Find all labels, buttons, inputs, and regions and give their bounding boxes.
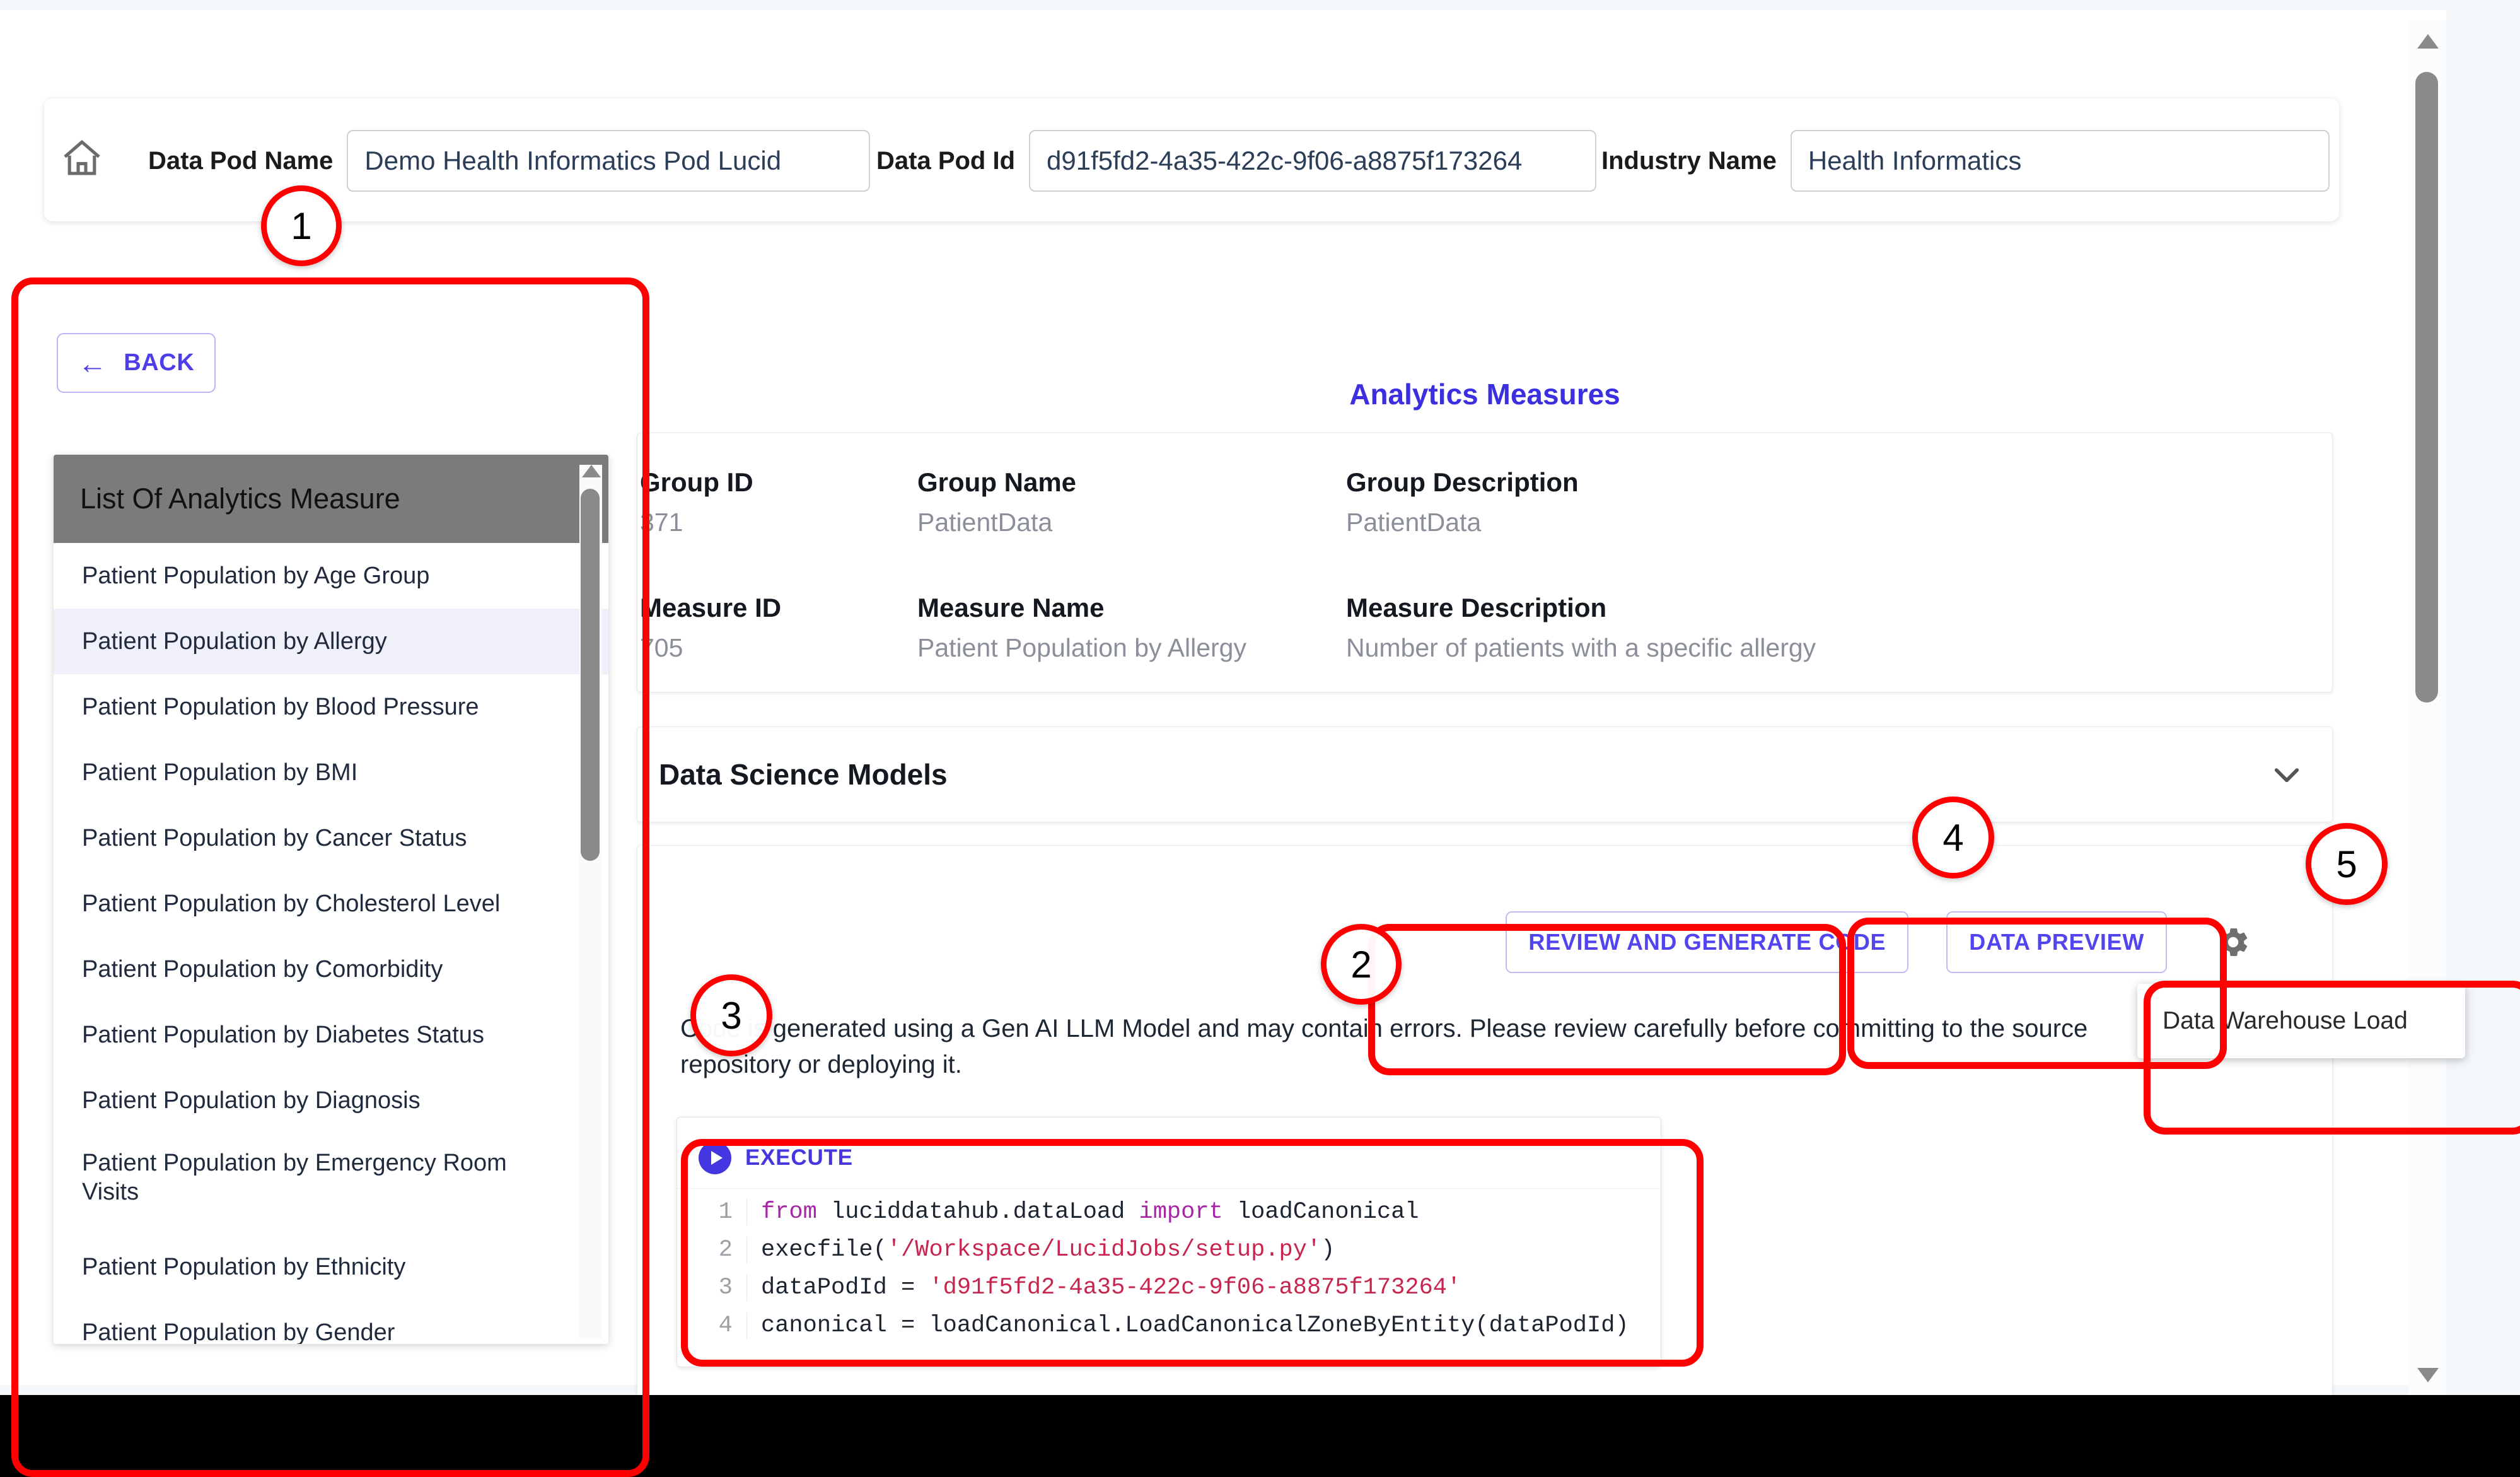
code-token: dataPodId = [761,1275,929,1301]
page-scroll-up-arrow-icon[interactable] [2417,34,2439,49]
group-id-cell: Group ID 371 [637,467,915,537]
gear-icon[interactable] [2205,911,2262,973]
back-button-label: BACK [124,349,195,376]
code-token: loadCanonical [1236,1199,1419,1225]
industry-name-input[interactable]: Health Informatics [1790,130,2330,192]
measure-id-cell: Measure ID 705 [637,593,915,663]
app-viewport: Data Pod Name Demo Health Informatics Po… [0,0,2520,1395]
list-item[interactable]: Patient Population by Ethnicity [54,1234,608,1300]
list-item[interactable]: Patient Population by Cancer Status [54,805,608,871]
analytics-measure-list-title: List Of Analytics Measure [54,455,608,543]
page-surface: Data Pod Name Demo Health Informatics Po… [0,10,2446,1395]
data-science-models-accordion[interactable]: Data Science Models [637,727,2333,822]
industry-name-value: Health Informatics [1808,146,2022,175]
code-line-number: 1 [677,1199,747,1225]
page-scroll-down-arrow-icon[interactable] [2417,1368,2439,1382]
data-pod-name-label: Data Pod Name [148,146,334,175]
group-name-cell: Group Name PatientData [915,467,1344,537]
measure-description-cell: Measure Description Number of patients w… [1344,593,2100,663]
data-pod-id-group: Data Pod Id d91f5fd2-4a35-422c-9f06-a887… [876,130,1597,192]
data-pod-id-label: Data Pod Id [876,146,1016,175]
group-name-value: PatientData [917,508,1053,537]
data-pod-id-value: d91f5fd2-4a35-422c-9f06-a8875f173264 [1047,146,1523,175]
list-item[interactable]: Patient Population by Blood Pressure [54,674,608,740]
code-line: 4 canonical = loadCanonical.LoadCanonical… [677,1312,1661,1350]
group-description-label: Group Description [1346,467,1579,497]
code-token: luciddatahub.dataLoad [831,1199,1139,1225]
scroll-up-arrow-icon[interactable] [582,465,601,477]
list-item[interactable]: Patient Population by Comorbidity [54,937,608,1002]
industry-name-label: Industry Name [1601,146,1777,175]
code-token: import [1139,1199,1237,1225]
code-token: ) [1321,1237,1335,1263]
data-pod-name-group: Data Pod Name Demo Health Informatics Po… [148,130,871,192]
data-pod-id-input[interactable]: d91f5fd2-4a35-422c-9f06-a8875f173264 [1029,130,1597,192]
data-warehouse-load-tooltip[interactable]: Data Warehouse Load [2137,984,2465,1058]
code-line-number: 2 [677,1237,747,1263]
back-button[interactable]: ← BACK [57,333,216,393]
list-item[interactable]: Patient Population by BMI [54,740,608,805]
list-item[interactable]: Patient Population by Diabetes Status [54,1002,608,1068]
details-spacer [637,537,2332,584]
arrow-left-icon: ← [78,346,108,380]
list-item[interactable]: Patient Population by Allergy [54,609,608,674]
measure-name-label: Measure Name [917,593,1105,622]
data-science-models-title: Data Science Models [659,758,948,791]
list-item[interactable]: Patient Population by Cholesterol Level [54,871,608,937]
page-scrollbar-thumb[interactable] [2415,72,2438,703]
measure-id-value: 705 [640,633,683,662]
group-info-row: Group ID 371 Group Name PatientData Grou… [637,458,2332,537]
code-token: execfile( [761,1237,887,1263]
generated-code-block: EXECUTE 1 from luciddatahub.dataLoad impo… [676,1117,1661,1367]
list-item[interactable]: Patient Population by Emergency Room Vis… [54,1133,608,1234]
measure-info-row: Measure ID 705 Measure Name Patient Popu… [637,584,2332,663]
list-item[interactable]: Patient Population by Gender [54,1300,608,1344]
code-line: 1 from luciddatahub.dataLoad import loadC… [677,1199,1661,1237]
group-name-label: Group Name [917,467,1077,497]
measure-description-label: Measure Description [1346,593,1607,622]
sidebar-scrollbar-thumb[interactable] [581,489,600,861]
execute-row[interactable]: EXECUTE [677,1133,1661,1181]
group-description-cell: Group Description PatientData [1344,467,2100,537]
industry-name-group: Industry Name Health Informatics [1601,130,2330,192]
page-scrollbar[interactable] [2408,20,2446,1395]
home-icon[interactable] [54,130,110,187]
code-token: 'd91f5fd2-4a35-422c-9f06-a8875f173264' [929,1275,1461,1301]
measure-details-card: Group ID 371 Group Name PatientData Grou… [637,433,2333,692]
analytics-measure-list[interactable]: Patient Population by Age Group Patient … [54,543,608,1344]
measure-name-value: Patient Population by Allergy [917,633,1246,662]
measure-description-value: Number of patients with a specific aller… [1346,633,1816,662]
main-content: Analytics Measures Group ID 371 Group Na… [637,363,2333,1395]
play-icon[interactable] [699,1141,731,1174]
analytics-measure-list-card: List Of Analytics Measure Patient Popula… [54,455,608,1344]
chevron-down-icon[interactable] [2268,756,2306,793]
sidebar-scrollbar[interactable] [579,465,602,1339]
code-lines[interactable]: 1 from luciddatahub.dataLoad import loadC… [677,1188,1661,1367]
code-generation-panel: REVIEW AND GENERATE CODE DATA PREVIEW Co… [637,845,2333,1395]
data-preview-button[interactable]: DATA PREVIEW [1946,911,2167,973]
data-pod-name-input[interactable]: Demo Health Informatics Pod Lucid [347,130,871,192]
code-line: 2 execfile('/Workspace/LucidJobs/setup.py… [677,1237,1661,1275]
code-line: 3 dataPodId = 'd91f5fd2-4a35-422c-9f06-a8… [677,1275,1661,1312]
data-pod-name-value: Demo Health Informatics Pod Lucid [364,146,782,175]
review-and-generate-code-button[interactable]: REVIEW AND GENERATE CODE [1506,911,1909,973]
page-title: Analytics Measures [1349,378,1620,411]
code-token: from [761,1199,832,1225]
code-token: '/Workspace/LucidJobs/setup.py' [886,1237,1321,1263]
code-line-number: 4 [677,1312,747,1339]
code-line-number: 3 [677,1275,747,1301]
group-id-label: Group ID [640,467,753,497]
list-item[interactable]: Patient Population by Age Group [54,543,608,609]
group-id-value: 371 [640,508,683,537]
list-item[interactable]: Patient Population by Diagnosis [54,1068,608,1133]
action-button-row: REVIEW AND GENERATE CODE DATA PREVIEW [637,901,2332,983]
group-description-value: PatientData [1346,508,1482,537]
measure-id-label: Measure ID [640,593,782,622]
code-token: canonical = loadCanonical.LoadCanonicalZ… [761,1312,1629,1339]
code-generation-warning: Code is generated using a Gen AI LLM Mod… [680,1015,2088,1078]
execute-label: EXECUTE [745,1145,853,1170]
measure-name-cell: Measure Name Patient Population by Aller… [915,593,1344,663]
